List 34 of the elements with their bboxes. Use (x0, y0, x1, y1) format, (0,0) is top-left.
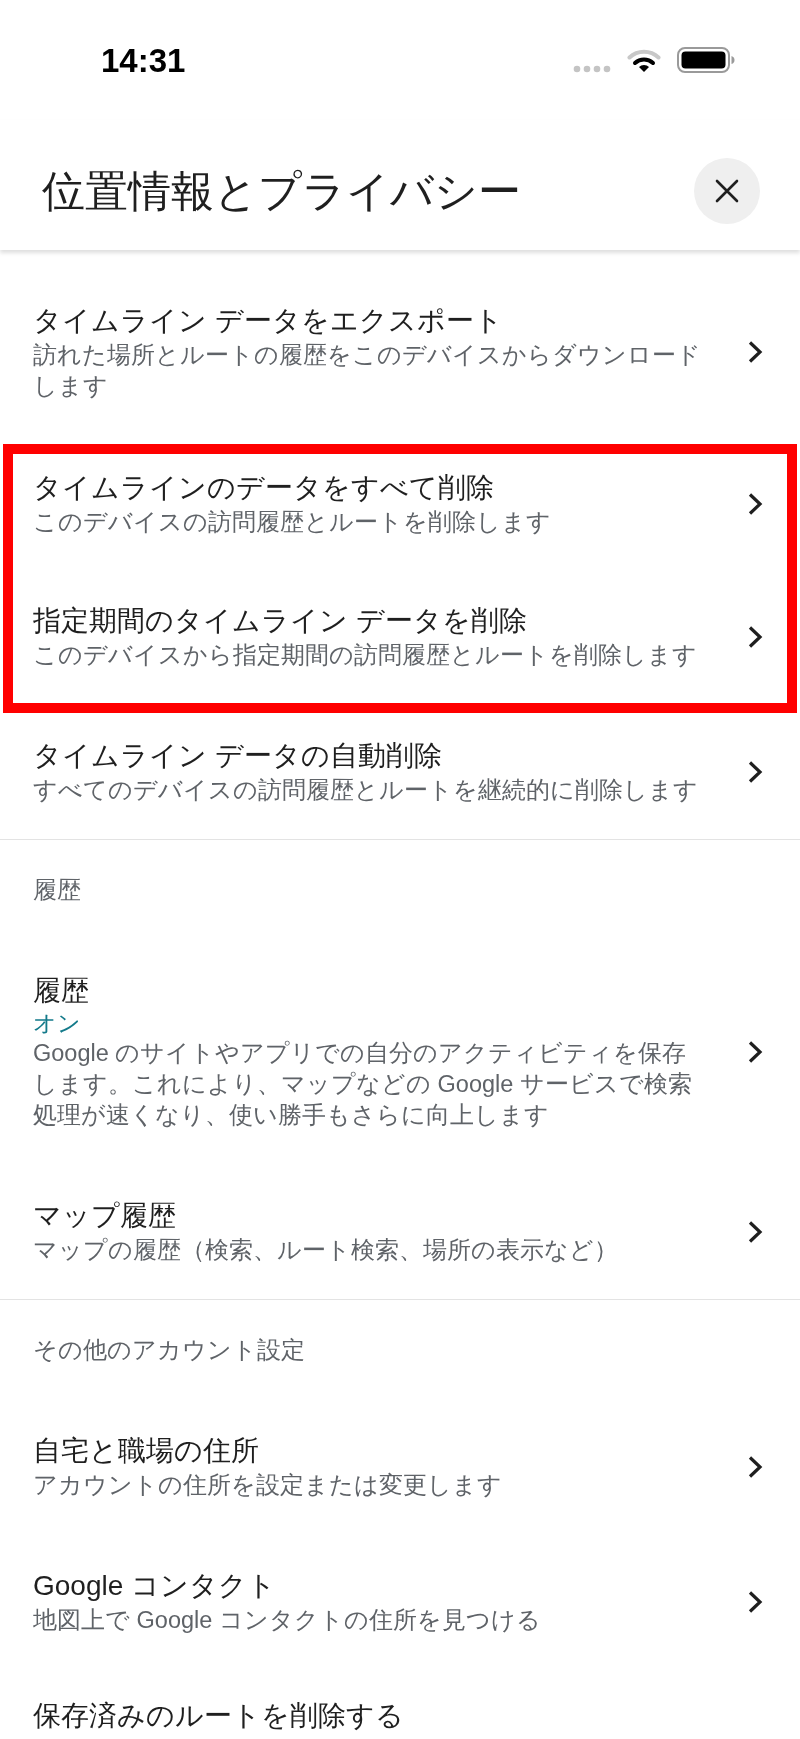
chevron-icon (747, 1589, 763, 1614)
item-title[interactable]: マップ履歴 (33, 1197, 703, 1235)
item-description: マップの履歴（検索、ルート検索、場所の表示など） (33, 1236, 619, 1265)
status-label: オン (33, 1010, 82, 1038)
item-title[interactable]: 履歴 (33, 972, 703, 1010)
item-description: 地図上で Google コンタクトの住所を見つける (33, 1606, 542, 1635)
item-title[interactable]: Google コンタクト (33, 1567, 703, 1605)
wifi-icon (627, 47, 661, 73)
chevron-icon (747, 624, 763, 649)
item-title[interactable]: 指定期間のタイムライン データを削除 (33, 602, 703, 640)
close-icon (715, 179, 739, 203)
item-title[interactable]: タイムライン データの自動削除 (33, 737, 703, 775)
chevron-icon (747, 1039, 763, 1064)
signal-icon (573, 65, 611, 73)
battery-icon (677, 47, 735, 73)
chevron-icon (747, 340, 763, 364)
status-time: 14:31 (101, 43, 186, 77)
item-description: アカウントの住所を設定または変更します (33, 1471, 503, 1500)
section-heading: その他のアカウント設定 (33, 1337, 305, 1363)
item-title[interactable]: 保存済みのルートを削除する (33, 1697, 763, 1735)
chevron-icon (747, 491, 763, 516)
item-title[interactable]: タイムライン データをエクスポート (33, 302, 703, 340)
chevron-icon (747, 759, 763, 784)
item-title[interactable]: タイムラインのデータをすべて削除 (33, 469, 703, 507)
item-description: このデバイスから指定期間の訪問履歴とルートを削除します (33, 641, 698, 670)
chevron-icon (747, 1454, 763, 1479)
item-description: 訪れた場所とルートの履歴をこのデバイスからダウンロードします (33, 341, 702, 401)
page-title: 位置情報とプライバシー (42, 165, 521, 217)
chevron-icon (747, 1219, 763, 1244)
item-title[interactable]: 自宅と職場の住所 (33, 1432, 703, 1470)
item-description: すべてのデバイスの訪問履歴とルートを継続的に削除します (33, 776, 699, 805)
item-description: このデバイスの訪問履歴とルートを削除します (33, 508, 552, 537)
item-description: Google のサイトやアプリでの自分のアクティビティを保存します。これにより、マップなどの Google サービスで検索処理が速くなり、使い勝手もさらに向上します (33, 1039, 693, 1130)
section-heading: 履歴 (33, 877, 81, 903)
